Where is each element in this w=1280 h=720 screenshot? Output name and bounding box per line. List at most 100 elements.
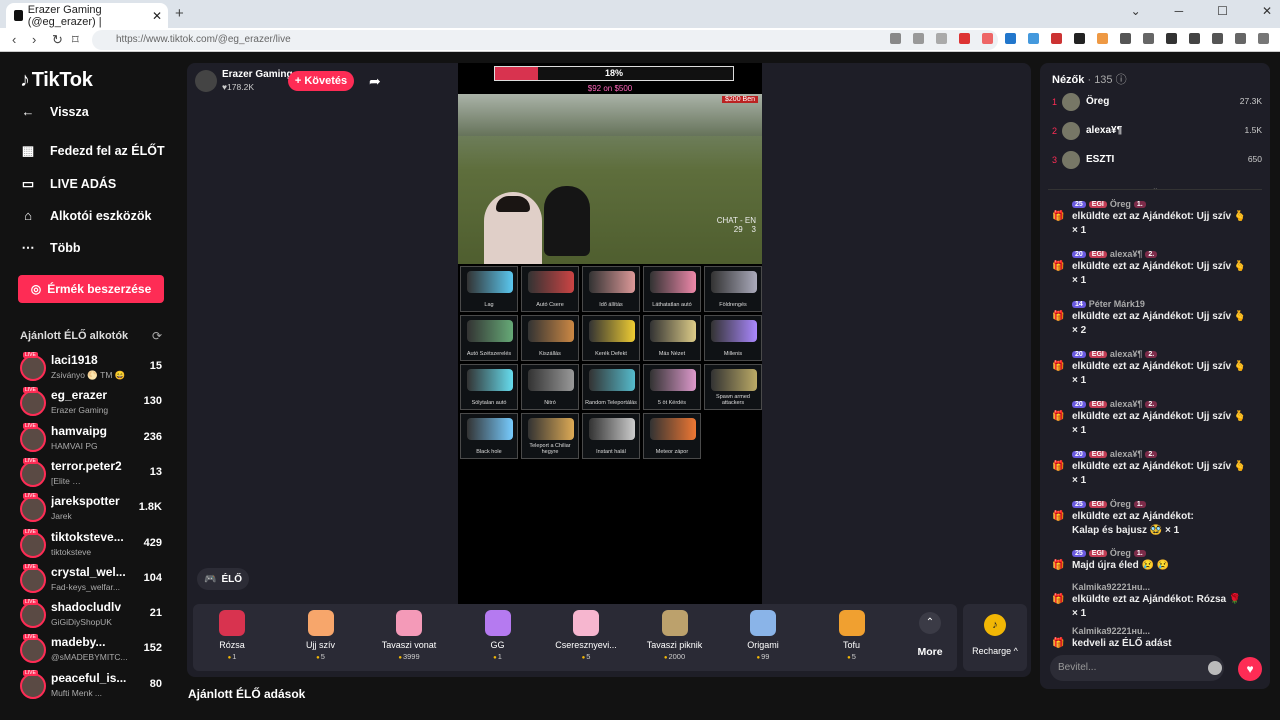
browser-tab[interactable]: Erazer Gaming (@eg_erazer) | ✕ bbox=[6, 3, 168, 28]
collapse-chevron-icon[interactable]: ⌄ bbox=[1152, 183, 1159, 192]
viewer-count: 80 bbox=[149, 677, 162, 690]
viewers-title[interactable]: Nézők · 135 ⓘ bbox=[1052, 71, 1127, 87]
refresh-icon[interactable]: ⟳ bbox=[152, 329, 162, 343]
tiktok-note-icon: ♪ bbox=[20, 69, 30, 91]
extensions-puzzle-icon[interactable] bbox=[1235, 33, 1246, 44]
gift-action-tile: Instant halál bbox=[582, 413, 640, 459]
nav-more[interactable]: ⋯ Több bbox=[20, 240, 81, 256]
rewards-icon[interactable] bbox=[982, 33, 993, 44]
media-icon[interactable] bbox=[1166, 33, 1177, 44]
sidebar-toggle-icon[interactable] bbox=[1189, 33, 1200, 44]
chat-username[interactable]: Kalmika92221нu... bbox=[1072, 626, 1150, 636]
gift-item[interactable]: Origami 99 bbox=[723, 610, 803, 661]
nav-go-live[interactable]: ▭ LIVE ADÁS bbox=[20, 176, 116, 192]
share-icon[interactable]: ➦ bbox=[369, 73, 381, 90]
close-tab-icon[interactable]: ✕ bbox=[152, 9, 162, 23]
chat-username[interactable]: Öreg bbox=[1110, 199, 1131, 209]
chat-username[interactable]: alexa¥¶ bbox=[1110, 249, 1143, 259]
wallet-icon[interactable] bbox=[1212, 33, 1223, 44]
host-name[interactable]: Erazer Gaming bbox=[222, 69, 293, 80]
action-art bbox=[589, 418, 635, 440]
share-page-icon[interactable] bbox=[936, 33, 947, 44]
gift-item[interactable]: Tavaszi vonat 3999 bbox=[369, 610, 449, 661]
creator-name: shadocludlv bbox=[51, 600, 122, 615]
new-tab-button[interactable]: + bbox=[175, 5, 184, 22]
viewer-count: 1.8K bbox=[138, 501, 162, 514]
chat-username[interactable]: alexa¥¶ bbox=[1110, 449, 1143, 459]
back-link[interactable]: ← Vissza bbox=[20, 104, 89, 119]
chat-input[interactable]: Bevitel... bbox=[1050, 655, 1224, 681]
creator-item[interactable]: LIVE laci1918 Zsiványo 🌕 TM 😄 15 bbox=[20, 352, 170, 385]
gift-item[interactable]: Tofu 5 bbox=[812, 610, 892, 661]
creator-item[interactable]: LIVE hamvaipg HAMVAI PG 236 bbox=[20, 422, 170, 456]
top-viewer[interactable]: 2 alexa¥¶ 1.5K bbox=[1050, 122, 1262, 142]
video-player[interactable]: 18% $92 on $500 $200 Ben CHAT - EN 29 3 … bbox=[458, 63, 762, 604]
extension-icon[interactable] bbox=[1143, 33, 1154, 44]
zoom-icon[interactable] bbox=[913, 33, 924, 44]
nav-creator-tools[interactable]: ⌂ Alkotói eszközök bbox=[20, 208, 151, 223]
gift-action-tile: Lag bbox=[460, 266, 518, 312]
creator-item[interactable]: LIVE eg_erazer Erazer Gaming 130 bbox=[20, 387, 170, 420]
url-field[interactable]: https://www.tiktok.com/@eg_erazer/live bbox=[92, 30, 998, 50]
gift-item[interactable]: GG 1 bbox=[458, 610, 538, 661]
gift-name: Tofu bbox=[842, 640, 860, 650]
close-window-icon[interactable]: ✕ bbox=[1262, 4, 1272, 18]
gift-icon: 🎁 bbox=[1052, 461, 1065, 472]
creator-item[interactable]: LIVE tiktoksteve... tiktoksteve 429 bbox=[20, 528, 170, 562]
gift-price: 5 bbox=[546, 652, 626, 661]
minimize-icon[interactable]: ─ bbox=[1175, 4, 1184, 18]
chat-username[interactable]: Péter Márk19 bbox=[1089, 299, 1145, 309]
info-icon[interactable]: ⓘ bbox=[1116, 74, 1127, 86]
buy-coins-button[interactable]: ◎ Érmék beszerzése bbox=[18, 275, 164, 303]
back-icon[interactable]: ‹ bbox=[12, 32, 16, 47]
chat-username[interactable]: Öreg bbox=[1110, 548, 1131, 558]
creator-item[interactable]: LIVE crystal_wel... Fad-keys_welfar... 1… bbox=[20, 563, 170, 597]
gift-icon bbox=[484, 610, 511, 636]
extension-icon[interactable] bbox=[1051, 33, 1062, 44]
reload-icon[interactable]: ↻ bbox=[52, 32, 63, 48]
extension-icon[interactable] bbox=[1074, 33, 1085, 44]
extension-icon[interactable] bbox=[1005, 33, 1016, 44]
creator-item[interactable]: LIVE jarekspotter Jarek 1.8K bbox=[20, 493, 170, 526]
top-viewer[interactable]: 1 Öreg 27.3K bbox=[1050, 93, 1262, 113]
follow-button[interactable]: + Követés bbox=[288, 71, 354, 91]
chat-username[interactable]: alexa¥¶ bbox=[1110, 349, 1143, 359]
extension-icon[interactable] bbox=[1028, 33, 1039, 44]
gift-item[interactable]: Cseresznyevi... 5 bbox=[546, 610, 626, 661]
bookmark-icon[interactable]: ⌑ bbox=[72, 32, 79, 48]
gift-name: Cseresznyevi... bbox=[555, 640, 617, 650]
extension-icon[interactable] bbox=[1097, 33, 1108, 44]
top-viewer[interactable]: 3 ESZTI 650 bbox=[1050, 151, 1262, 171]
creator-item[interactable]: LIVE madeby... @sMADEBYMITC... 152 bbox=[20, 634, 170, 667]
chat-username[interactable]: Öreg bbox=[1110, 499, 1131, 509]
extension-icon[interactable] bbox=[1120, 33, 1131, 44]
like-heart-button[interactable]: ♥ bbox=[1238, 657, 1262, 681]
maximize-icon[interactable]: ☐ bbox=[1217, 4, 1228, 18]
chat-username[interactable]: alexa¥¶ bbox=[1110, 399, 1143, 409]
chat-username[interactable]: Kalmika92221нu... bbox=[1072, 582, 1150, 592]
gift-item[interactable]: Ujj szív 5 bbox=[281, 610, 361, 661]
tab-list-icon[interactable]: ⌄ bbox=[1131, 4, 1141, 18]
overlay-tag: $200 Ben bbox=[722, 96, 758, 103]
tiktok-logo[interactable]: ♪ TikTok bbox=[20, 69, 93, 92]
more-gifts-button[interactable]: ⌃ More bbox=[910, 612, 950, 658]
forward-icon[interactable]: › bbox=[32, 32, 36, 47]
action-art bbox=[589, 320, 635, 342]
creator-name: peaceful_is... bbox=[51, 670, 127, 685]
emoji-icon[interactable] bbox=[1208, 661, 1222, 675]
gift-item[interactable]: Rózsa 1 bbox=[192, 610, 272, 661]
recharge-button[interactable]: ♪ Recharge ^ bbox=[963, 604, 1027, 671]
brave-shield-icon[interactable] bbox=[959, 33, 970, 44]
left-sidebar: ♪ TikTok ← Vissza ▦ Fedezd fel az ÉLŐT ▭ LIV… bbox=[0, 52, 186, 720]
nav-label: Több bbox=[50, 241, 81, 255]
vpn-icon[interactable] bbox=[1258, 33, 1269, 44]
creator-item[interactable]: LIVE peaceful_is... Mufti Menk ... 80 bbox=[20, 669, 170, 703]
host-avatar[interactable] bbox=[195, 70, 217, 92]
translate-icon[interactable] bbox=[890, 33, 901, 44]
nav-explore-live[interactable]: ▦ Fedezd fel az ÉLŐT bbox=[20, 143, 165, 159]
gift-item[interactable]: Tavaszi piknik 2000 bbox=[635, 610, 715, 661]
live-pill[interactable]: 🎮 ÉLŐ bbox=[197, 568, 249, 590]
team-badge: EGI bbox=[1088, 200, 1107, 208]
creator-item[interactable]: LIVE terror.peter2 [Elite … 13 bbox=[20, 457, 170, 491]
creator-item[interactable]: LIVE shadocludlv GiGiDiyShopUK 21 bbox=[20, 599, 170, 632]
